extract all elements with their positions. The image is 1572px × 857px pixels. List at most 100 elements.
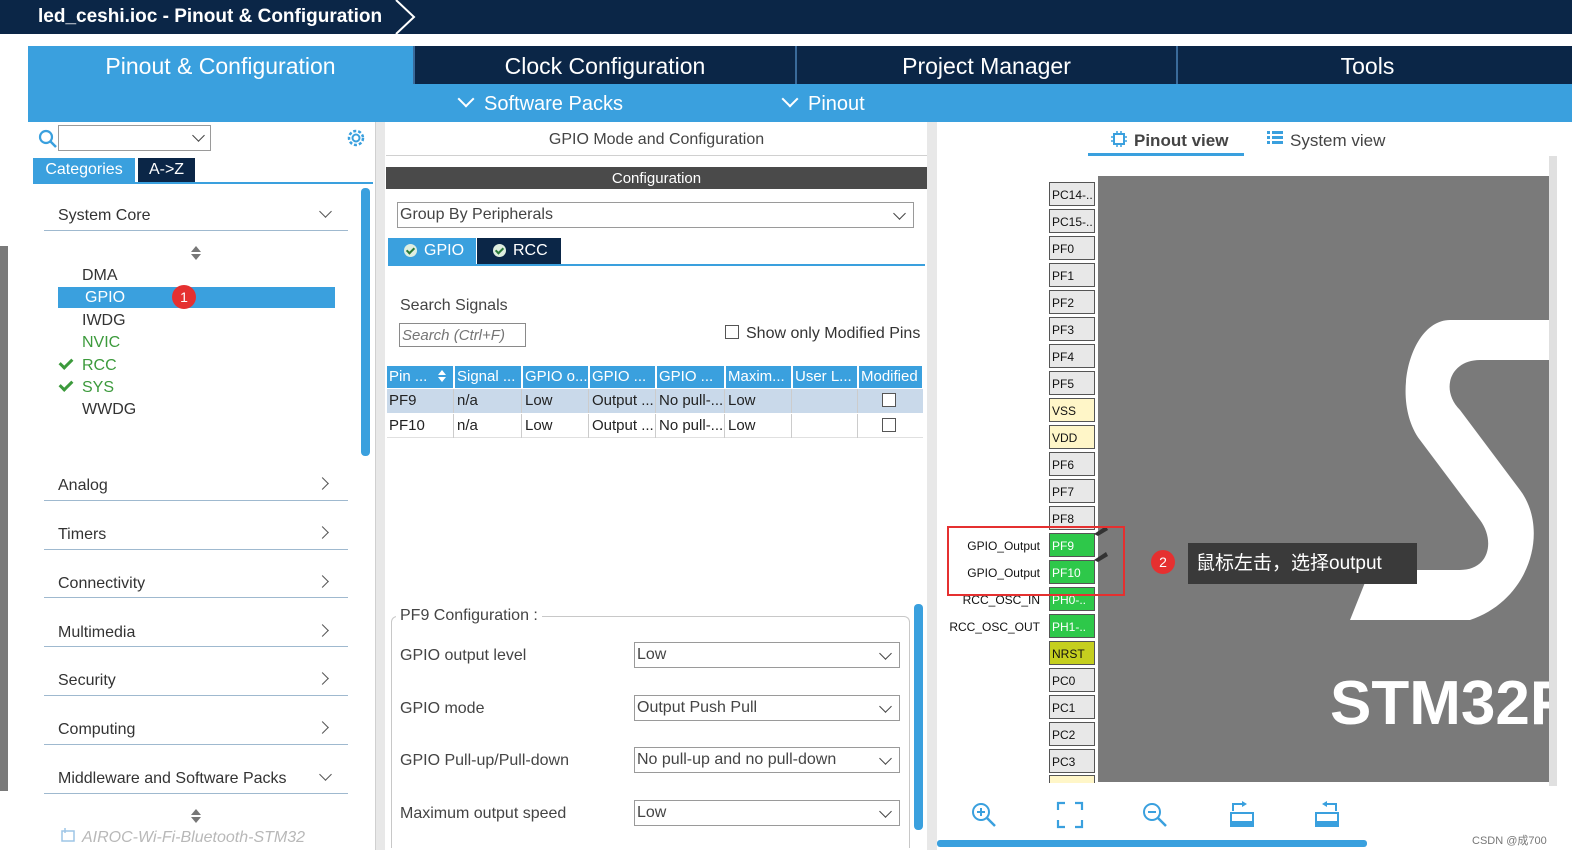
field-label-gpio-mode: GPIO mode — [400, 700, 485, 717]
pinout-hscrollbar[interactable] — [937, 840, 1367, 847]
pin-pc3[interactable]: PC3 — [1049, 749, 1095, 773]
section-connectivity[interactable]: Connectivity — [58, 575, 145, 593]
pin-pc0[interactable]: PC0 — [1049, 668, 1095, 692]
pin-vdd[interactable]: VDD — [1049, 425, 1095, 449]
sort-icon[interactable] — [190, 245, 202, 261]
chip-label: STM32F — [1330, 669, 1550, 738]
gpio-mode-select[interactable]: Output Push Pull — [634, 695, 900, 721]
pin-pc2[interactable]: PC2 — [1049, 722, 1095, 746]
list-icon — [1267, 131, 1283, 144]
tab-rcc[interactable]: RCC — [477, 238, 561, 264]
tab-a-z[interactable]: A->Z — [138, 158, 195, 182]
modified-checkbox[interactable] — [882, 393, 896, 407]
col-max-speed[interactable]: Maxim... — [726, 366, 792, 388]
rotate-icon[interactable] — [1228, 801, 1256, 829]
col-gpio-pull[interactable]: GPIO ... — [657, 366, 725, 388]
pin-vss[interactable]: VSS — [1049, 398, 1095, 422]
section-timers[interactable]: Timers — [58, 526, 106, 544]
tab-clock-configuration[interactable]: Clock Configuration — [413, 46, 795, 84]
chevron-down-icon — [879, 752, 892, 765]
item-wwdg[interactable]: WWDG — [82, 401, 136, 419]
pin-pf3[interactable]: PF3 — [1049, 317, 1095, 341]
splitter-right[interactable] — [927, 122, 937, 850]
section-multimedia[interactable]: Multimedia — [58, 624, 135, 642]
pinout-vscrollbar[interactable] — [1549, 156, 1557, 786]
cell-mode: Output ... — [590, 389, 656, 413]
pinout-menu[interactable]: Pinout — [781, 84, 865, 122]
sort-icon[interactable] — [437, 369, 447, 383]
splitter-left[interactable] — [376, 122, 385, 850]
window-edge — [0, 246, 8, 791]
cell-pull: No pull-... — [657, 414, 725, 438]
col-modified[interactable]: Modified — [859, 366, 923, 388]
sort-icon[interactable] — [190, 808, 202, 824]
software-packs-menu[interactable]: Software Packs — [457, 84, 623, 122]
item-nvic[interactable]: NVIC — [82, 334, 120, 352]
item-gpio[interactable]: GPIO — [85, 289, 125, 307]
ok-icon — [404, 244, 417, 257]
pin-pc15[interactable]: PC15-.. — [1049, 209, 1095, 233]
group-by-select[interactable]: Group By Peripherals — [397, 202, 914, 228]
tab-underline — [33, 182, 373, 184]
zoom-in-icon[interactable] — [970, 801, 998, 829]
pin-pf4[interactable]: PF4 — [1049, 344, 1095, 368]
cell-signal: n/a — [455, 389, 522, 413]
search-icon[interactable] — [38, 129, 58, 149]
chevron-down-icon — [879, 647, 892, 660]
pinout-view-tab[interactable]: Pinout view — [1134, 131, 1228, 151]
chevron-down-icon — [893, 207, 906, 220]
pin-nrst[interactable]: NRST — [1049, 641, 1095, 665]
chevron-down-icon — [192, 129, 205, 142]
left-scrollbar[interactable] — [361, 188, 370, 456]
pin-label-ph1: RCC_OSC_OUT — [949, 620, 1040, 634]
tab-gpio[interactable]: GPIO — [388, 238, 476, 264]
cell-speed: Low — [726, 414, 792, 438]
item-rcc[interactable]: RCC — [82, 357, 117, 375]
pin-pf6[interactable]: PF6 — [1049, 452, 1095, 476]
pin-pf7[interactable]: PF7 — [1049, 479, 1095, 503]
section-computing[interactable]: Computing — [58, 721, 135, 739]
divider — [44, 230, 348, 231]
chip-icon — [1111, 131, 1127, 147]
modified-checkbox[interactable] — [882, 418, 896, 432]
tab-project-manager[interactable]: Project Manager — [795, 46, 1176, 84]
system-view-tab[interactable]: System view — [1290, 131, 1385, 151]
speed-select[interactable]: Low — [634, 800, 900, 826]
tab-pinout-configuration[interactable]: Pinout & Configuration — [28, 46, 413, 84]
search-signals-input[interactable] — [399, 323, 526, 347]
section-middleware[interactable]: Middleware and Software Packs — [58, 770, 287, 788]
item-dma[interactable]: DMA — [82, 267, 118, 285]
chevron-down-icon — [457, 90, 475, 108]
col-signal[interactable]: Signal ... — [455, 366, 522, 388]
col-gpio-output-level[interactable]: GPIO o... — [523, 366, 589, 388]
col-user-label[interactable]: User L... — [793, 366, 858, 388]
pin-ph1[interactable]: PH1-.. — [1049, 614, 1095, 638]
config-scrollbar[interactable] — [914, 604, 923, 830]
zoom-out-icon[interactable] — [1141, 801, 1169, 829]
item-iwdg[interactable]: IWDG — [82, 312, 126, 330]
section-system-core[interactable]: System Core — [58, 207, 150, 225]
pin-pc14[interactable]: PC14-.. — [1049, 182, 1095, 206]
fit-screen-icon[interactable] — [1056, 801, 1084, 829]
col-gpio-mode[interactable]: GPIO ... — [590, 366, 656, 388]
output-level-select[interactable]: Low — [634, 642, 900, 668]
pin-pc1[interactable]: PC1 — [1049, 695, 1095, 719]
divider — [44, 597, 348, 598]
tab-categories[interactable]: Categories — [33, 158, 135, 182]
category-search-combo[interactable] — [58, 125, 211, 151]
pull-select[interactable]: No pull-up and no pull-down — [634, 747, 900, 773]
pin-pf1[interactable]: PF1 — [1049, 263, 1095, 287]
section-security[interactable]: Security — [58, 672, 116, 690]
tab-tools[interactable]: Tools — [1176, 46, 1557, 84]
tooltip: 鼠标左击，选择output — [1188, 543, 1417, 584]
pin-pf2[interactable]: PF2 — [1049, 290, 1095, 314]
section-analog[interactable]: Analog — [58, 477, 108, 495]
pin-pf5[interactable]: PF5 — [1049, 371, 1095, 395]
gear-icon[interactable] — [345, 127, 367, 149]
modified-only-checkbox[interactable] — [725, 325, 739, 339]
cell-signal: n/a — [455, 414, 522, 438]
rotate-left-icon[interactable] — [1313, 801, 1341, 829]
item-airoc-package[interactable]: AIROC-Wi-Fi-Bluetooth-STM32 — [82, 829, 305, 847]
pin-pf0[interactable]: PF0 — [1049, 236, 1095, 260]
item-sys[interactable]: SYS — [82, 379, 114, 397]
